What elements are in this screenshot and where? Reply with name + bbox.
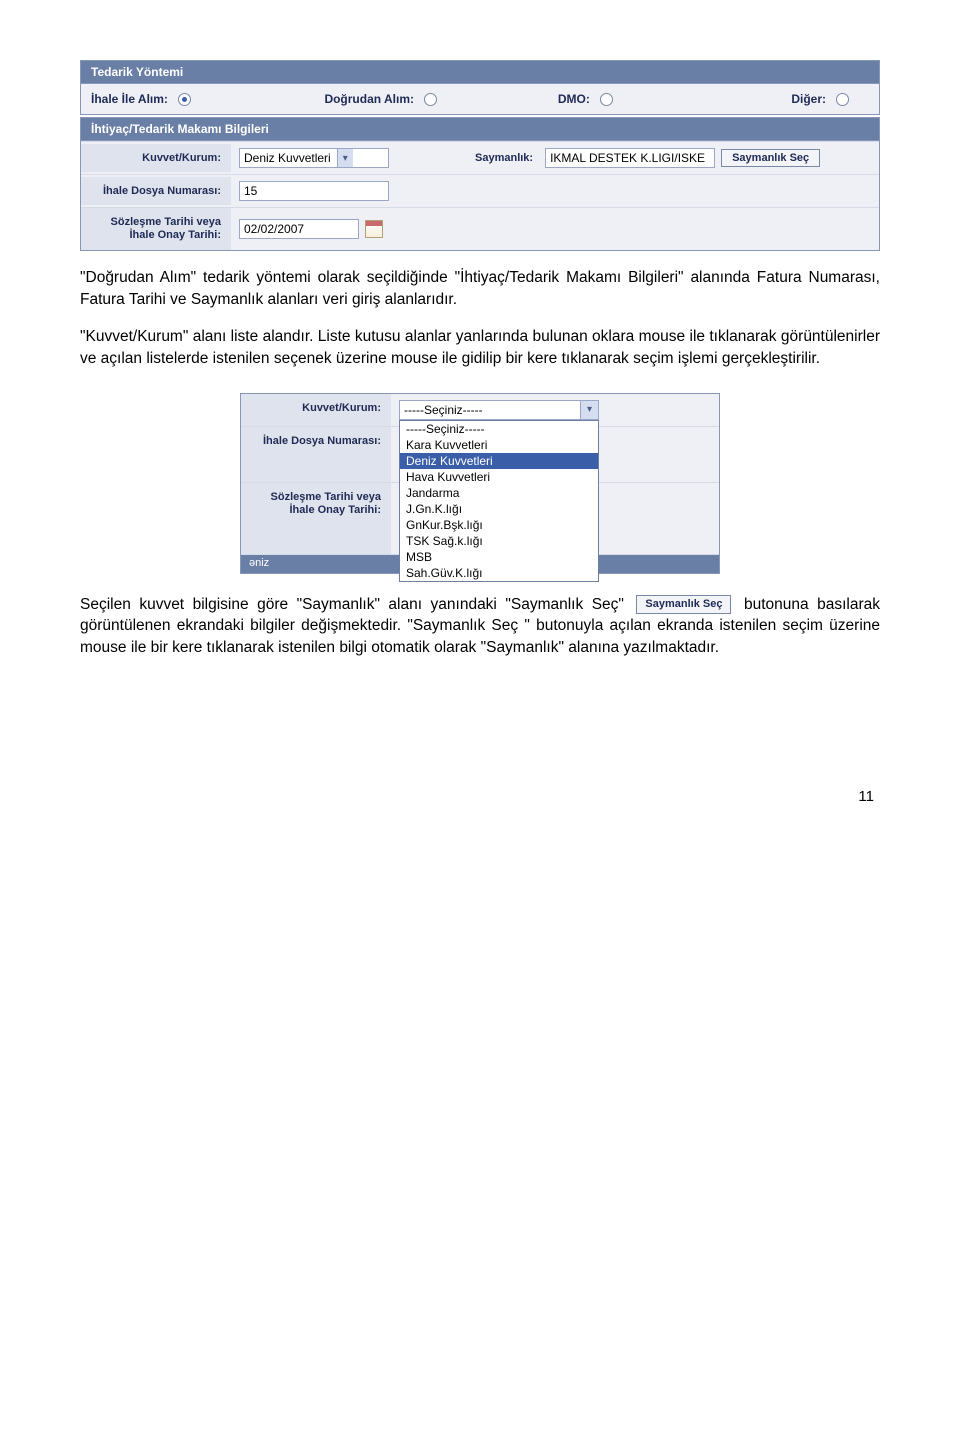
calendar-icon[interactable] — [365, 220, 383, 238]
dropdown-option[interactable]: Kara Kuvvetleri — [400, 437, 598, 453]
dd-tarih-label: Sözleşme Tarihi veya İhale Onay Tarihi: — [241, 483, 391, 554]
radio-row: İhale İle Alım: Doğrudan Alım: DMO: Diğe… — [81, 84, 879, 114]
dropdown-option[interactable]: MSB — [400, 549, 598, 565]
radio-ihale[interactable] — [178, 93, 191, 106]
dosya-input[interactable]: 15 — [239, 181, 389, 201]
panel-title: Tedarik Yöntemi — [81, 61, 879, 84]
tarih-input[interactable]: 02/02/2007 — [239, 219, 359, 239]
para-3a: Seçilen kuvvet bilgisine göre "Saymanlık… — [80, 596, 624, 613]
para-1: "Doğrudan Alım" tedarik yöntemi olarak s… — [80, 267, 880, 310]
dropdown-option[interactable]: Jandarma — [400, 485, 598, 501]
kuvvet-value: Deniz Kuvvetleri — [244, 151, 337, 165]
radio-label-diger: Diğer: — [791, 92, 826, 106]
dd-kuvvet-selected: -----Seçiniz----- — [400, 403, 580, 417]
dd-kuvvet-label: Kuvvet/Kurum: — [241, 394, 391, 426]
dd-kuvvet-dropdown[interactable]: -----Seçiniz----- ▾ — [399, 400, 599, 420]
radio-label-dogrudan: Doğrudan Alım: — [324, 92, 414, 106]
kuvvet-label: Kuvvet/Kurum: — [81, 144, 231, 172]
chevron-down-icon: ▾ — [337, 149, 353, 167]
dropdown-list[interactable]: -----Seçiniz-----Kara KuvvetleriDeniz Ku… — [399, 420, 599, 582]
para-2: "Kuvvet/Kurum" alanı liste alandır. List… — [80, 326, 880, 369]
radio-label-ihale: İhale İle Alım: — [91, 92, 168, 106]
dropdown-option[interactable]: TSK Sağ.k.lığı — [400, 533, 598, 549]
page-number: 11 — [80, 788, 880, 805]
dd-dosya-label: İhale Dosya Numarası: — [241, 427, 391, 482]
dosya-label: İhale Dosya Numarası: — [81, 177, 231, 205]
sayman-input[interactable]: IKMAL DESTEK K.LIGI/ISKE — [545, 148, 715, 168]
dropdown-option[interactable]: Hava Kuvvetleri — [400, 469, 598, 485]
chevron-down-icon: ▾ — [580, 401, 598, 419]
radio-dogrudan[interactable] — [424, 93, 437, 106]
dropdown-screenshot: Kuvvet/Kurum: -----Seçiniz----- ▾ -----S… — [240, 393, 720, 574]
sayman-sec-button[interactable]: Saymanlık Seç — [721, 149, 820, 167]
dropdown-option[interactable]: J.Gn.K.lığı — [400, 501, 598, 517]
inline-sayman-sec-button: Saymanlık Seç — [636, 595, 731, 614]
sayman-label: Saymanlık: — [475, 152, 533, 164]
kuvvet-dropdown[interactable]: Deniz Kuvvetleri ▾ — [239, 148, 389, 168]
para-3: Seçilen kuvvet bilgisine göre "Saymanlık… — [80, 594, 880, 658]
dropdown-option[interactable]: Sah.Güv.K.lığı — [400, 565, 598, 581]
panel2-title: İhtiyaç/Tedarik Makamı Bilgileri — [81, 118, 879, 141]
radio-dmo[interactable] — [600, 93, 613, 106]
dropdown-option[interactable]: -----Seçiniz----- — [400, 421, 598, 437]
radio-diger[interactable] — [836, 93, 849, 106]
radio-label-dmo: DMO: — [558, 92, 590, 106]
tedarik-yontemi-panel: Tedarik Yöntemi İhale İle Alım: Doğrudan… — [80, 60, 880, 251]
tarih-label: Sözleşme Tarihi veya İhale Onay Tarihi: — [81, 208, 231, 250]
dropdown-option[interactable]: GnKur.Bşk.lığı — [400, 517, 598, 533]
dropdown-option[interactable]: Deniz Kuvvetleri — [400, 453, 598, 469]
